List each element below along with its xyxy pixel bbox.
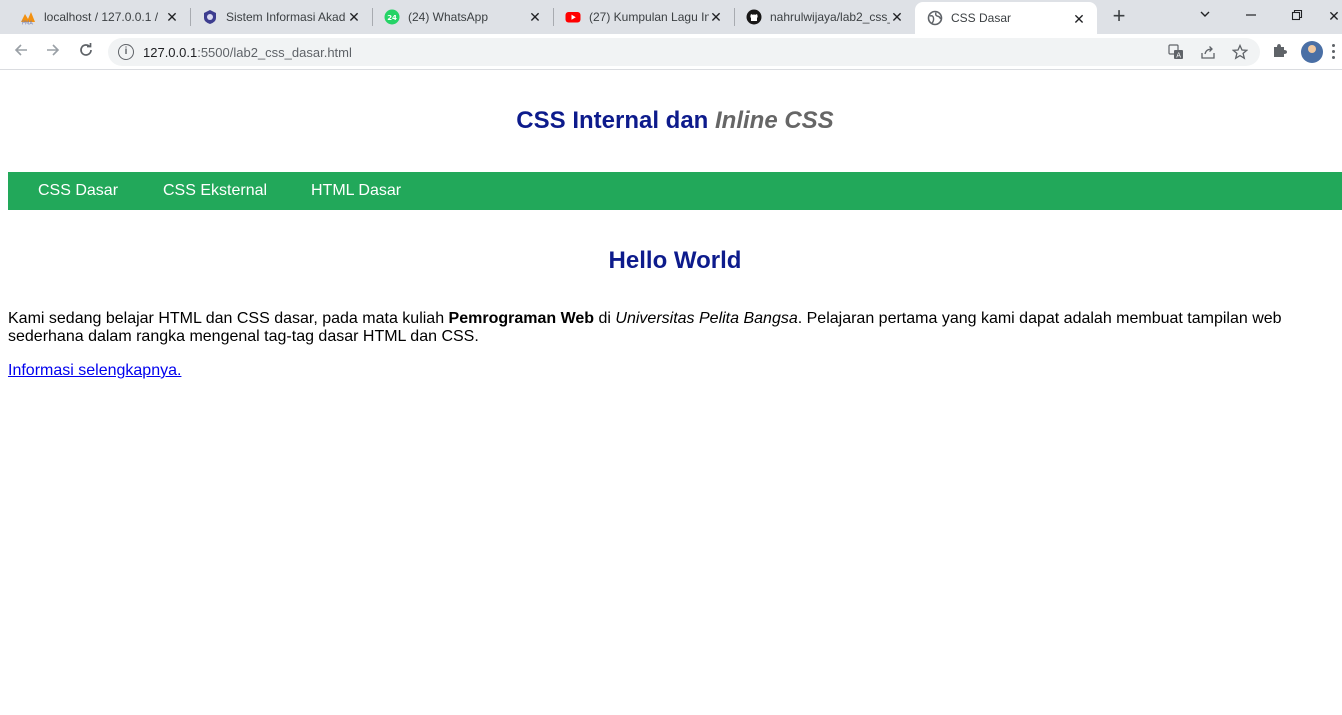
- tab-title: nahrulwijaya/lab2_css_: [770, 10, 890, 24]
- tab-title: (24) WhatsApp: [408, 10, 489, 24]
- intro-paragraph: Kami sedang belajar HTML dan CSS dasar, …: [8, 310, 1308, 346]
- profile-avatar[interactable]: [1301, 41, 1323, 63]
- close-icon[interactable]: ✕: [1071, 11, 1087, 27]
- bookmark-star-icon[interactable]: [1231, 43, 1249, 62]
- restore-icon[interactable]: [1284, 4, 1310, 28]
- close-icon[interactable]: ✕: [164, 9, 180, 25]
- url-text[interactable]: 127.0.0.1:5500/lab2_css_dasar.html: [143, 45, 352, 60]
- phpmyadmin-icon: PMA: [21, 12, 35, 26]
- tab-title: localhost / 127.0.0.1 /: [44, 10, 159, 24]
- youtube-icon: [565, 12, 581, 23]
- tab-css-dasar[interactable]: CSS Dasar ✕: [915, 2, 1097, 34]
- hello-heading: Hello World: [608, 247, 742, 274]
- university-icon: [204, 10, 216, 24]
- nav-link-html-dasar[interactable]: HTML Dasar: [311, 182, 401, 200]
- window-close-icon[interactable]: ✕: [1326, 4, 1342, 28]
- svg-text:PMA: PMA: [22, 21, 33, 26]
- github-icon: [746, 9, 762, 25]
- close-icon[interactable]: ✕: [527, 9, 543, 25]
- translate-icon[interactable]: A: [1167, 44, 1185, 62]
- tab-youtube[interactable]: (27) Kumpulan Lagu In ✕: [553, 0, 734, 34]
- new-tab-plus-icon[interactable]: +: [1108, 5, 1130, 28]
- share-icon[interactable]: [1199, 44, 1217, 62]
- close-icon[interactable]: ✕: [346, 9, 362, 25]
- para-text-2: di: [594, 310, 616, 327]
- para-university-name: Universitas Pelita Bangsa: [615, 310, 798, 327]
- more-menu-icon[interactable]: [1332, 44, 1336, 60]
- page-title: CSS Internal dan Inline CSS: [8, 107, 1342, 135]
- globe-icon: [927, 10, 943, 26]
- tab-whatsapp[interactable]: 24 (24) WhatsApp ✕: [372, 0, 553, 34]
- para-course-name: Pemrograman Web: [448, 310, 595, 327]
- tab-title: CSS Dasar: [951, 11, 1012, 25]
- minimize-icon[interactable]: [1238, 4, 1264, 28]
- forward-arrow-icon[interactable]: [42, 41, 64, 63]
- whatsapp-badge: 24: [387, 14, 397, 22]
- tab-sistem-informasi[interactable]: Sistem Informasi Akad ✕: [190, 0, 372, 34]
- main-navbar: CSS Dasar CSS Eksternal HTML Dasar: [8, 172, 1342, 210]
- extensions-puzzle-icon[interactable]: [1270, 42, 1290, 62]
- site-info-icon[interactable]: i: [118, 44, 134, 60]
- whatsapp-icon: 24: [384, 9, 400, 25]
- close-icon[interactable]: ✕: [708, 9, 724, 25]
- tab-title: (27) Kumpulan Lagu In: [589, 10, 709, 24]
- url-path: :5500/lab2_css_dasar.html: [197, 45, 352, 60]
- page-title-italic: Inline CSS: [715, 107, 834, 134]
- back-arrow-icon[interactable]: [10, 41, 32, 63]
- tab-strip: PMA localhost / 127.0.0.1 / ✕ Sistem Inf…: [0, 0, 1342, 34]
- tab-search-chevron-icon[interactable]: [1192, 4, 1218, 28]
- url-host: 127.0.0.1: [143, 45, 198, 60]
- tab-phpmyadmin[interactable]: PMA localhost / 127.0.0.1 / ✕: [0, 0, 190, 34]
- nav-link-css-eksternal[interactable]: CSS Eksternal: [163, 182, 267, 200]
- para-text-1: Kami sedang belajar HTML dan CSS dasar, …: [8, 310, 449, 327]
- reload-icon[interactable]: [75, 41, 97, 63]
- more-info-link[interactable]: Informasi selengkapnya.: [8, 362, 181, 380]
- nav-link-css-dasar[interactable]: CSS Dasar: [38, 182, 118, 200]
- address-bar[interactable]: i 127.0.0.1:5500/lab2_css_dasar.html A: [108, 38, 1260, 66]
- tab-github[interactable]: nahrulwijaya/lab2_css_ ✕: [734, 0, 915, 34]
- page-title-main: CSS Internal dan: [516, 107, 715, 134]
- close-icon[interactable]: ✕: [889, 9, 905, 25]
- svg-text:A: A: [1176, 52, 1181, 60]
- tab-title: Sistem Informasi Akad: [226, 10, 346, 24]
- browser-toolbar: i 127.0.0.1:5500/lab2_css_dasar.html A: [0, 34, 1342, 70]
